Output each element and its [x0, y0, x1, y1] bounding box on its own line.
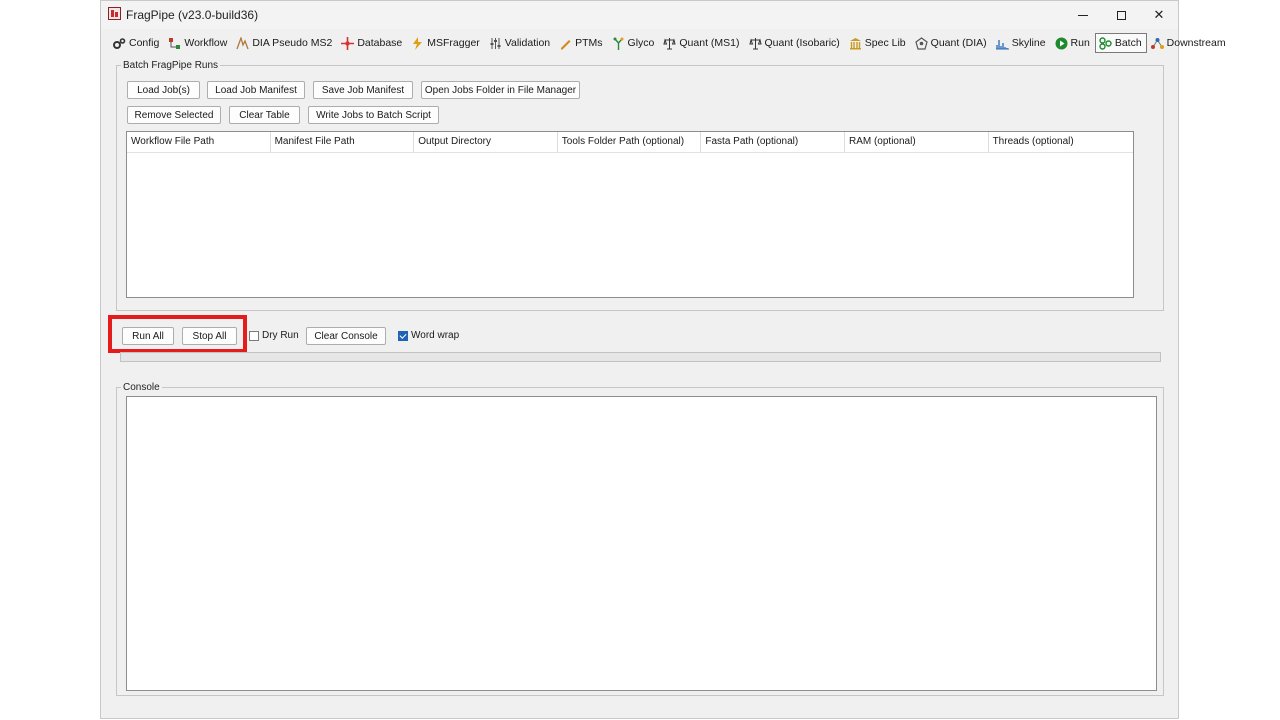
library-icon — [849, 37, 861, 49]
scale-icon — [748, 37, 762, 49]
database-icon — [341, 36, 355, 50]
tab-label: MSFragger — [427, 37, 480, 49]
tab-quant-ms1[interactable]: Quant (MS1) — [659, 33, 744, 53]
stop-all-button[interactable]: Stop All — [182, 327, 237, 345]
tab-downstream[interactable]: Downstream — [1147, 33, 1231, 53]
lightning-icon — [413, 36, 423, 50]
tab-label: Quant (DIA) — [930, 37, 987, 49]
tab-label: Batch — [1114, 37, 1142, 49]
clear-console-button[interactable]: Clear Console — [306, 327, 386, 345]
pencil-icon — [561, 39, 571, 49]
column-header[interactable]: Workflow File Path — [127, 132, 271, 152]
peak-icon — [236, 36, 249, 49]
minimize-icon — [1078, 14, 1088, 16]
maximize-icon — [1116, 10, 1126, 20]
tab-label: Glyco — [627, 37, 655, 49]
tab-database[interactable]: Database — [337, 33, 407, 53]
play-icon — [1055, 37, 1068, 49]
tab-run[interactable]: Run — [1051, 33, 1095, 53]
run-all-button[interactable]: Run All — [122, 327, 174, 345]
downstream-icon — [1150, 37, 1164, 49]
batch-jobs-table[interactable]: Workflow File Path Manifest File Path Ou… — [126, 131, 1134, 298]
glyco-icon — [613, 37, 624, 50]
write-jobs-batch-script-button[interactable]: Write Jobs to Batch Script — [308, 106, 439, 124]
load-job-manifest-button[interactable]: Load Job Manifest — [207, 81, 305, 99]
dry-run-label: Dry Run — [262, 330, 299, 341]
tab-workflow[interactable]: Workflow — [164, 33, 232, 53]
tab-batch[interactable]: Batch — [1094, 33, 1147, 53]
fragpipe-app-icon — [108, 7, 121, 20]
tab-validation[interactable]: Validation — [485, 33, 555, 53]
tab-quant-dia[interactable]: Quant (DIA) — [911, 33, 992, 53]
word-wrap-checkbox-box[interactable] — [398, 330, 408, 341]
tab-config[interactable]: Config — [109, 33, 164, 53]
column-header[interactable]: Tools Folder Path (optional) — [558, 132, 702, 152]
tab-skyline[interactable]: Skyline — [992, 33, 1051, 53]
network-icon — [914, 36, 928, 50]
close-icon: ✕ — [1153, 7, 1165, 22]
workflow-icon — [169, 37, 181, 49]
console-output[interactable] — [126, 396, 1157, 691]
progress-bar — [120, 352, 1161, 362]
tab-msfragger[interactable]: MSFragger — [407, 33, 485, 53]
column-header[interactable]: Fasta Path (optional) — [701, 132, 845, 152]
save-job-manifest-button[interactable]: Save Job Manifest — [313, 81, 413, 99]
batch-panel-legend: Batch FragPipe Runs — [121, 60, 221, 71]
tab-label: Validation — [504, 37, 551, 49]
minimize-button[interactable] — [1064, 1, 1102, 29]
spectrum-icon — [995, 39, 1009, 49]
tab-label: Quant (Isobaric) — [764, 37, 840, 49]
tab-label: Workflow — [184, 37, 228, 49]
tab-bar: Config Workflow DIA Pseudo MS2 Database … — [109, 33, 1231, 53]
fragpipe-window: FragPipe (v23.0-build36) ✕ Config Workfl… — [100, 0, 1226, 719]
tab-label: DIA Pseudo MS2 — [252, 37, 333, 49]
tab-label: Database — [357, 37, 403, 49]
open-jobs-folder-button[interactable]: Open Jobs Folder in File Manager — [421, 81, 580, 99]
maximize-button[interactable] — [1102, 1, 1140, 29]
tab-label: Skyline — [1011, 37, 1046, 49]
column-header[interactable]: RAM (optional) — [845, 132, 989, 152]
table-header: Workflow File Path Manifest File Path Ou… — [127, 132, 1133, 153]
tab-label: Quant (MS1) — [679, 37, 740, 49]
load-jobs-button[interactable]: Load Job(s) — [127, 81, 200, 99]
clear-table-button[interactable]: Clear Table — [229, 106, 300, 124]
tab-label: Config — [129, 37, 160, 49]
dry-run-checkbox-box[interactable] — [249, 330, 259, 341]
column-header[interactable]: Output Directory — [414, 132, 558, 152]
close-button[interactable]: ✕ — [1140, 1, 1178, 29]
tab-glyco[interactable]: Glyco — [608, 33, 660, 53]
tab-ptms[interactable]: PTMs — [555, 33, 607, 53]
tab-quant-isobaric[interactable]: Quant (Isobaric) — [745, 33, 845, 53]
column-header[interactable]: Threads (optional) — [989, 132, 1133, 152]
title-bar[interactable]: FragPipe (v23.0-build36) ✕ — [101, 1, 1178, 29]
sliders-icon — [490, 37, 501, 49]
console-legend: Console — [121, 382, 162, 393]
tab-label: PTMs — [575, 37, 603, 49]
gears-icon — [113, 37, 126, 49]
column-header[interactable]: Manifest File Path — [271, 132, 415, 152]
tab-label: Spec Lib — [864, 37, 906, 49]
tab-dia-pseudo-ms2[interactable]: DIA Pseudo MS2 — [232, 33, 337, 53]
window-title: FragPipe (v23.0-build36) — [126, 8, 259, 22]
word-wrap-checkbox[interactable]: Word wrap — [398, 330, 459, 341]
word-wrap-label: Word wrap — [411, 330, 460, 341]
tab-label: Downstream — [1166, 37, 1226, 49]
tab-label: Run — [1070, 37, 1090, 49]
dry-run-checkbox[interactable]: Dry Run — [249, 330, 299, 341]
scale-icon — [663, 37, 677, 49]
batch-runs-panel: Batch FragPipe Runs Load Job(s) Load Job… — [116, 60, 1164, 311]
console-panel: Console — [116, 382, 1164, 696]
remove-selected-button[interactable]: Remove Selected — [127, 106, 221, 124]
batch-icon — [1099, 36, 1112, 50]
tab-spec-lib[interactable]: Spec Lib — [845, 33, 911, 53]
